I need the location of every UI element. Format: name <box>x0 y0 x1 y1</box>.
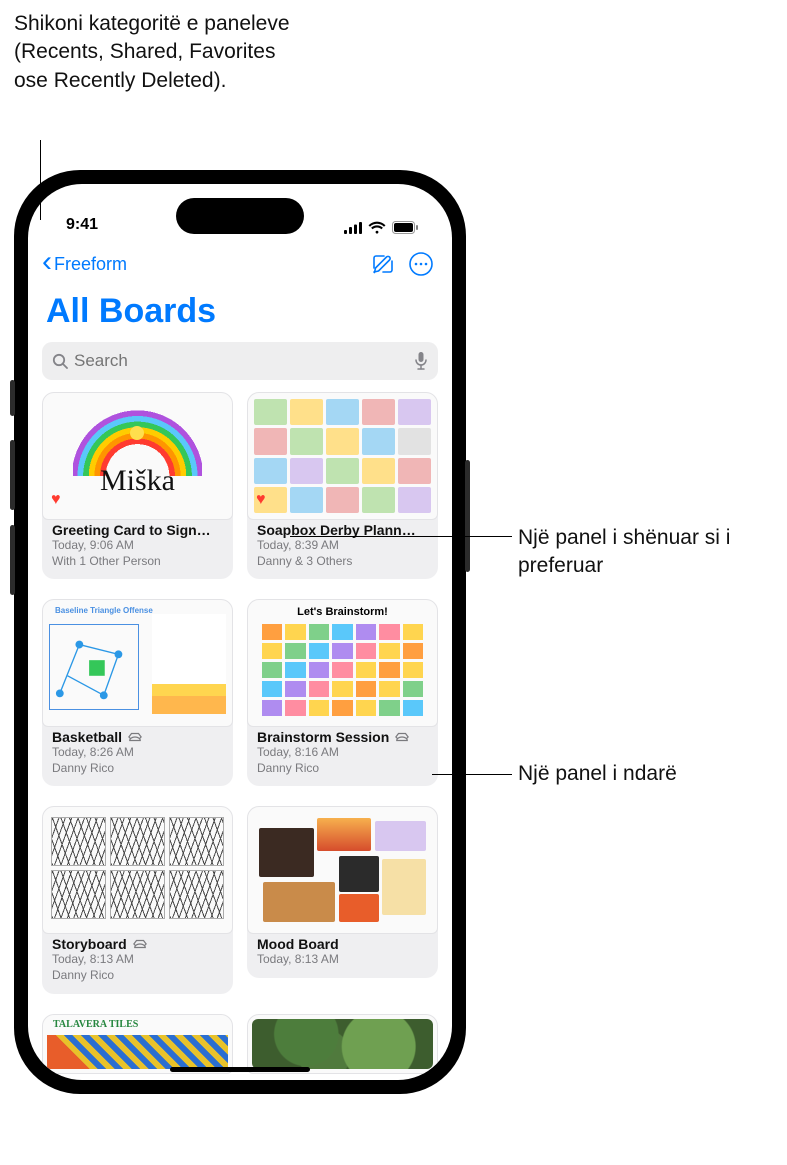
page-title: All Boards <box>46 292 216 331</box>
board-people: With 1 Other Person <box>52 554 223 570</box>
board-title: Brainstorm Session <box>257 729 389 745</box>
board-title: Mood Board <box>257 936 339 952</box>
board-meta: Basketball Today, 8:26 AM Danny Rico <box>42 721 233 786</box>
phone-side-button <box>10 525 15 595</box>
board-thumbnail <box>42 806 233 934</box>
cellular-icon <box>344 222 362 234</box>
dynamic-island <box>176 198 304 234</box>
callout-leader-line <box>432 774 512 775</box>
phone-side-button <box>10 380 15 416</box>
shared-icon <box>128 730 142 744</box>
board-meta: Soapbox Derby Plann… Today, 8:39 AM Dann… <box>247 514 438 579</box>
phone-side-button <box>465 460 470 572</box>
favorite-heart-icon: ♥ <box>256 491 266 509</box>
search-field[interactable] <box>42 342 438 380</box>
back-label: Freeform <box>54 254 127 275</box>
board-card[interactable]: Storyboard Today, 8:13 AM Danny Rico <box>42 806 233 993</box>
board-meta: Brainstorm Session Today, 8:16 AM Danny … <box>247 721 438 786</box>
board-card[interactable]: Miška ♥ Greeting Card to Sign… Today, 9:… <box>42 392 233 579</box>
board-title: Greeting Card to Sign… <box>52 522 211 538</box>
back-button[interactable]: ‹ Freeform <box>42 251 127 277</box>
home-indicator[interactable] <box>170 1067 310 1072</box>
search-icon <box>52 353 68 369</box>
callout-categories: Shikoni kategoritë e paneleve (Recents, … <box>14 10 304 95</box>
board-thumbnail: ♥ <box>247 392 438 520</box>
battery-icon <box>392 221 418 234</box>
callout-leader-line <box>290 536 512 537</box>
search-input[interactable] <box>74 351 408 371</box>
board-meta: Mood Board Today, 8:13 AM <box>247 928 438 978</box>
chevron-left-icon: ‹ <box>42 247 52 277</box>
board-thumbnail: Miška ♥ <box>42 392 233 520</box>
board-time: Today, 8:16 AM <box>257 745 428 761</box>
board-people: Danny Rico <box>52 968 223 984</box>
board-card[interactable]: Let's Brainstorm! Brainstorm Session Tod… <box>247 599 438 786</box>
board-people: Danny Rico <box>52 761 223 777</box>
callout-shared: Një panel i ndarë <box>518 760 758 788</box>
shared-icon <box>133 937 147 951</box>
board-time: Today, 9:06 AM <box>52 538 223 554</box>
board-card[interactable]: Baseline Triangle Offense Basketball Tod… <box>42 599 233 786</box>
board-time: Today, 8:39 AM <box>257 538 428 554</box>
more-button[interactable] <box>404 247 438 281</box>
wifi-icon <box>368 221 386 234</box>
board-thumbnail: Let's Brainstorm! <box>247 599 438 727</box>
board-meta: Storyboard Today, 8:13 AM Danny Rico <box>42 928 233 993</box>
board-thumbnail <box>247 1014 438 1074</box>
board-people: Danny & 3 Others <box>257 554 428 570</box>
board-title: Storyboard <box>52 936 127 952</box>
boards-grid: Miška ♥ Greeting Card to Sign… Today, 9:… <box>42 392 438 1080</box>
board-title: Basketball <box>52 729 122 745</box>
callout-leader-line <box>40 140 41 220</box>
new-board-button[interactable] <box>366 247 400 281</box>
board-thumbnail: Baseline Triangle Offense <box>42 599 233 727</box>
board-time: Today, 8:26 AM <box>52 745 223 761</box>
phone-screen: 9:41 ‹ Freeform All Boards <box>28 184 452 1080</box>
ellipsis-circle-icon <box>408 251 434 277</box>
navigation-bar: ‹ Freeform <box>28 244 452 284</box>
board-time: Today, 8:13 AM <box>257 952 428 968</box>
shared-icon <box>395 730 409 744</box>
board-card[interactable]: ♥ Soapbox Derby Plann… Today, 8:39 AM Da… <box>247 392 438 579</box>
dictation-icon[interactable] <box>414 351 428 371</box>
board-people: Danny Rico <box>257 761 428 777</box>
board-thumbnail: TALAVERA TILES <box>42 1014 233 1074</box>
phone-side-button <box>10 440 15 510</box>
board-thumbnail <box>247 806 438 934</box>
favorite-heart-icon: ♥ <box>51 491 61 509</box>
board-card[interactable]: Mood Board Today, 8:13 AM <box>247 806 438 993</box>
board-meta: Greeting Card to Sign… Today, 9:06 AM Wi… <box>42 514 233 579</box>
board-card[interactable] <box>247 1014 438 1074</box>
board-card[interactable]: TALAVERA TILES <box>42 1014 233 1074</box>
phone-frame: 9:41 ‹ Freeform All Boards <box>14 170 466 1094</box>
board-time: Today, 8:13 AM <box>52 952 223 968</box>
callout-favorite: Një panel i shënuar si i preferuar <box>518 524 778 581</box>
compose-icon <box>371 252 395 276</box>
